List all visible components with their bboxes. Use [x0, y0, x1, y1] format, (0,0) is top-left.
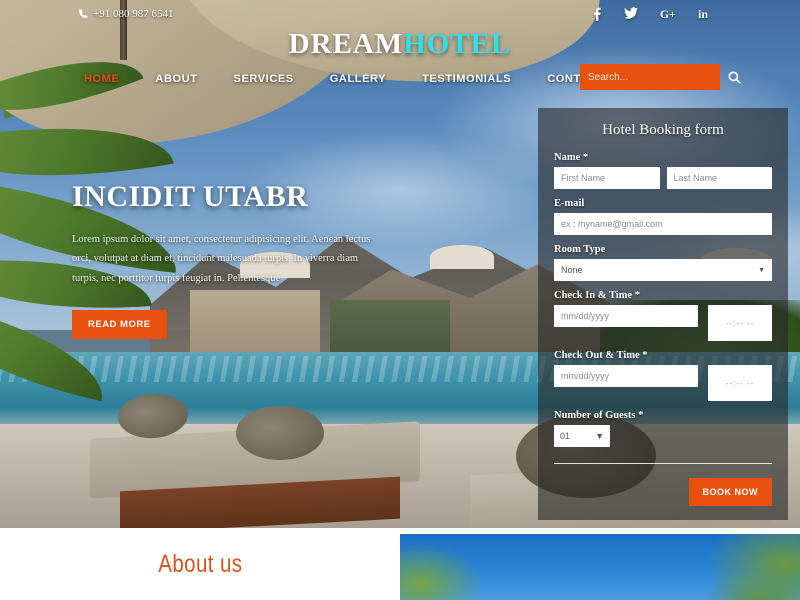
- email-label: E-mail: [554, 198, 585, 209]
- read-more-button[interactable]: READ MORE: [72, 310, 167, 340]
- form-divider: [554, 463, 772, 464]
- checkin-field-group: Check In & Time * --:-- --: [554, 290, 772, 341]
- book-now-button[interactable]: BOOK NOW: [688, 478, 772, 506]
- checkout-date-input[interactable]: [554, 365, 698, 387]
- phone-number[interactable]: +91 080 987 6541: [78, 8, 173, 20]
- hotel-booking-form: Hotel Booking form Name * E-mail Room Ty…: [538, 108, 788, 520]
- site-logo[interactable]: DREAMHOTEL: [0, 28, 800, 61]
- room-type-field-group: Room Type None ▼: [554, 244, 772, 281]
- about-text-column: About us: [0, 528, 400, 600]
- email-field-group: E-mail: [554, 198, 772, 235]
- google-plus-icon[interactable]: G+: [660, 8, 676, 20]
- name-inputs-row: [554, 167, 772, 189]
- checkout-field-group: Check Out & Time * --:-- --: [554, 350, 772, 401]
- checkout-time-input[interactable]: --:-- --: [707, 365, 772, 401]
- nav-items: HOME ABOUT SERVICES GALLERY TESTIMONIALS…: [84, 73, 625, 85]
- hero-title: INCIDIT UTABR: [72, 180, 309, 213]
- facebook-icon[interactable]: [592, 7, 602, 21]
- room-type-select[interactable]: None ▼: [554, 259, 772, 281]
- checkin-date-input[interactable]: [554, 305, 698, 327]
- checkout-label: Check Out & Time *: [554, 350, 648, 361]
- search-input[interactable]: [580, 71, 728, 83]
- guests-select[interactable]: 01 ▼: [554, 425, 610, 447]
- chevron-down-icon: ▼: [595, 431, 604, 441]
- top-bar: +91 080 987 6541 G+ in: [0, 0, 800, 28]
- about-section: About us: [0, 528, 800, 600]
- search-icon: [728, 70, 741, 84]
- checkin-label: Check In & Time *: [554, 290, 640, 301]
- search-button[interactable]: [728, 64, 741, 90]
- checkin-time-input[interactable]: --:-- --: [707, 305, 772, 341]
- checkin-inputs-row: --:-- --: [554, 305, 772, 341]
- name-field-group: Name *: [554, 152, 772, 189]
- guests-value: 01: [560, 431, 571, 441]
- guests-field-group: Number of Guests * 01 ▼: [554, 410, 772, 447]
- chevron-down-icon: ▼: [758, 266, 765, 274]
- first-name-input[interactable]: [554, 167, 660, 189]
- phone-number-text: +91 080 987 6541: [93, 8, 174, 20]
- page-root: +91 080 987 6541 G+ in DREAMHOTEL HOME A…: [0, 0, 800, 600]
- hero-content: INCIDIT UTABR Lorem ipsum dolor sit amet…: [72, 180, 372, 340]
- last-name-input[interactable]: [666, 167, 772, 189]
- nav-item-about[interactable]: ABOUT: [155, 73, 197, 85]
- nav-item-services[interactable]: SERVICES: [234, 73, 294, 85]
- logo-hotel: HOTEL: [403, 28, 512, 60]
- nav-item-home[interactable]: HOME: [84, 73, 119, 85]
- rolled-towel: [236, 406, 324, 460]
- name-label: Name *: [554, 152, 589, 163]
- nav-item-gallery[interactable]: GALLERY: [330, 73, 386, 85]
- about-image: [400, 534, 800, 600]
- room-type-value: None: [561, 265, 583, 275]
- booking-form-title: Hotel Booking form: [602, 122, 724, 138]
- about-title: About us: [157, 549, 243, 578]
- nav-item-testimonials[interactable]: TESTIMONIALS: [422, 73, 511, 85]
- logo-dream: DREAM: [288, 28, 404, 60]
- twitter-icon[interactable]: [623, 7, 638, 21]
- linkedin-icon[interactable]: in: [698, 8, 708, 20]
- phone-icon: [78, 9, 88, 19]
- checkout-inputs-row: --:-- --: [554, 365, 772, 401]
- hero-description: Lorem ipsum dolor sit amet, consectetur …: [72, 234, 371, 284]
- email-input[interactable]: [554, 213, 772, 235]
- parasol: [430, 245, 494, 269]
- social-links: G+ in: [592, 7, 708, 21]
- guests-label: Number of Guests *: [554, 410, 644, 421]
- search-box[interactable]: [580, 64, 741, 90]
- room-type-label: Room Type: [554, 244, 606, 255]
